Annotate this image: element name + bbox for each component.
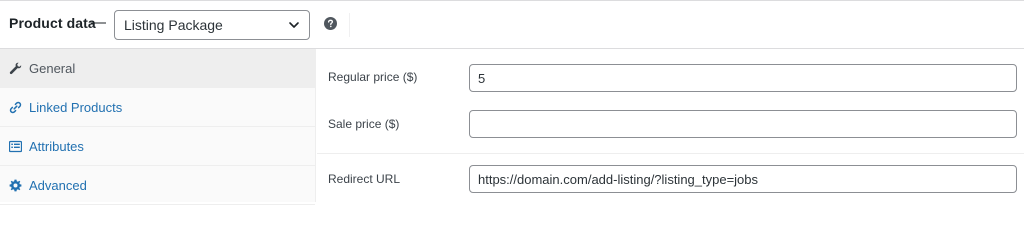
sale-price-label: Sale price ($) bbox=[328, 117, 400, 131]
tab-linked-products[interactable]: Linked Products bbox=[0, 88, 315, 127]
tab-label: Linked Products bbox=[29, 99, 123, 115]
tab-advanced[interactable]: Advanced bbox=[0, 166, 315, 205]
options-group-separator bbox=[317, 153, 1024, 154]
help-circle-icon[interactable] bbox=[324, 17, 337, 30]
regular-price-input[interactable] bbox=[469, 64, 1017, 92]
list-icon bbox=[9, 140, 22, 152]
redirect-url-input[interactable] bbox=[469, 165, 1017, 193]
tab-label: Attributes bbox=[29, 138, 84, 154]
tab-label: Advanced bbox=[29, 177, 87, 193]
tab-general[interactable]: General bbox=[0, 49, 315, 88]
link-icon bbox=[9, 101, 22, 113]
product-data-panel: Product data — Listing Package General L… bbox=[0, 0, 1024, 205]
tab-attributes[interactable]: Attributes bbox=[0, 127, 315, 166]
regular-price-label: Regular price ($) bbox=[328, 70, 418, 84]
wrench-icon bbox=[9, 62, 22, 74]
sale-price-input[interactable] bbox=[469, 110, 1017, 138]
title-dash: — bbox=[91, 14, 106, 31]
product-type-value: Listing Package bbox=[124, 17, 223, 33]
tab-label: General bbox=[29, 60, 76, 76]
chevron-down-icon bbox=[289, 22, 299, 28]
general-options-panel: Regular price ($) Sale price ($) Redirec… bbox=[317, 49, 1024, 202]
product-data-tabs: General Linked Products Attributes Advan… bbox=[0, 49, 316, 205]
gear-icon bbox=[9, 179, 22, 191]
panel-title: Product data bbox=[9, 15, 96, 31]
header-separator bbox=[349, 13, 350, 37]
panel-header: Product data — Listing Package bbox=[0, 1, 1024, 49]
redirect-url-label: Redirect URL bbox=[328, 172, 401, 186]
product-type-select[interactable]: Listing Package bbox=[114, 10, 310, 40]
